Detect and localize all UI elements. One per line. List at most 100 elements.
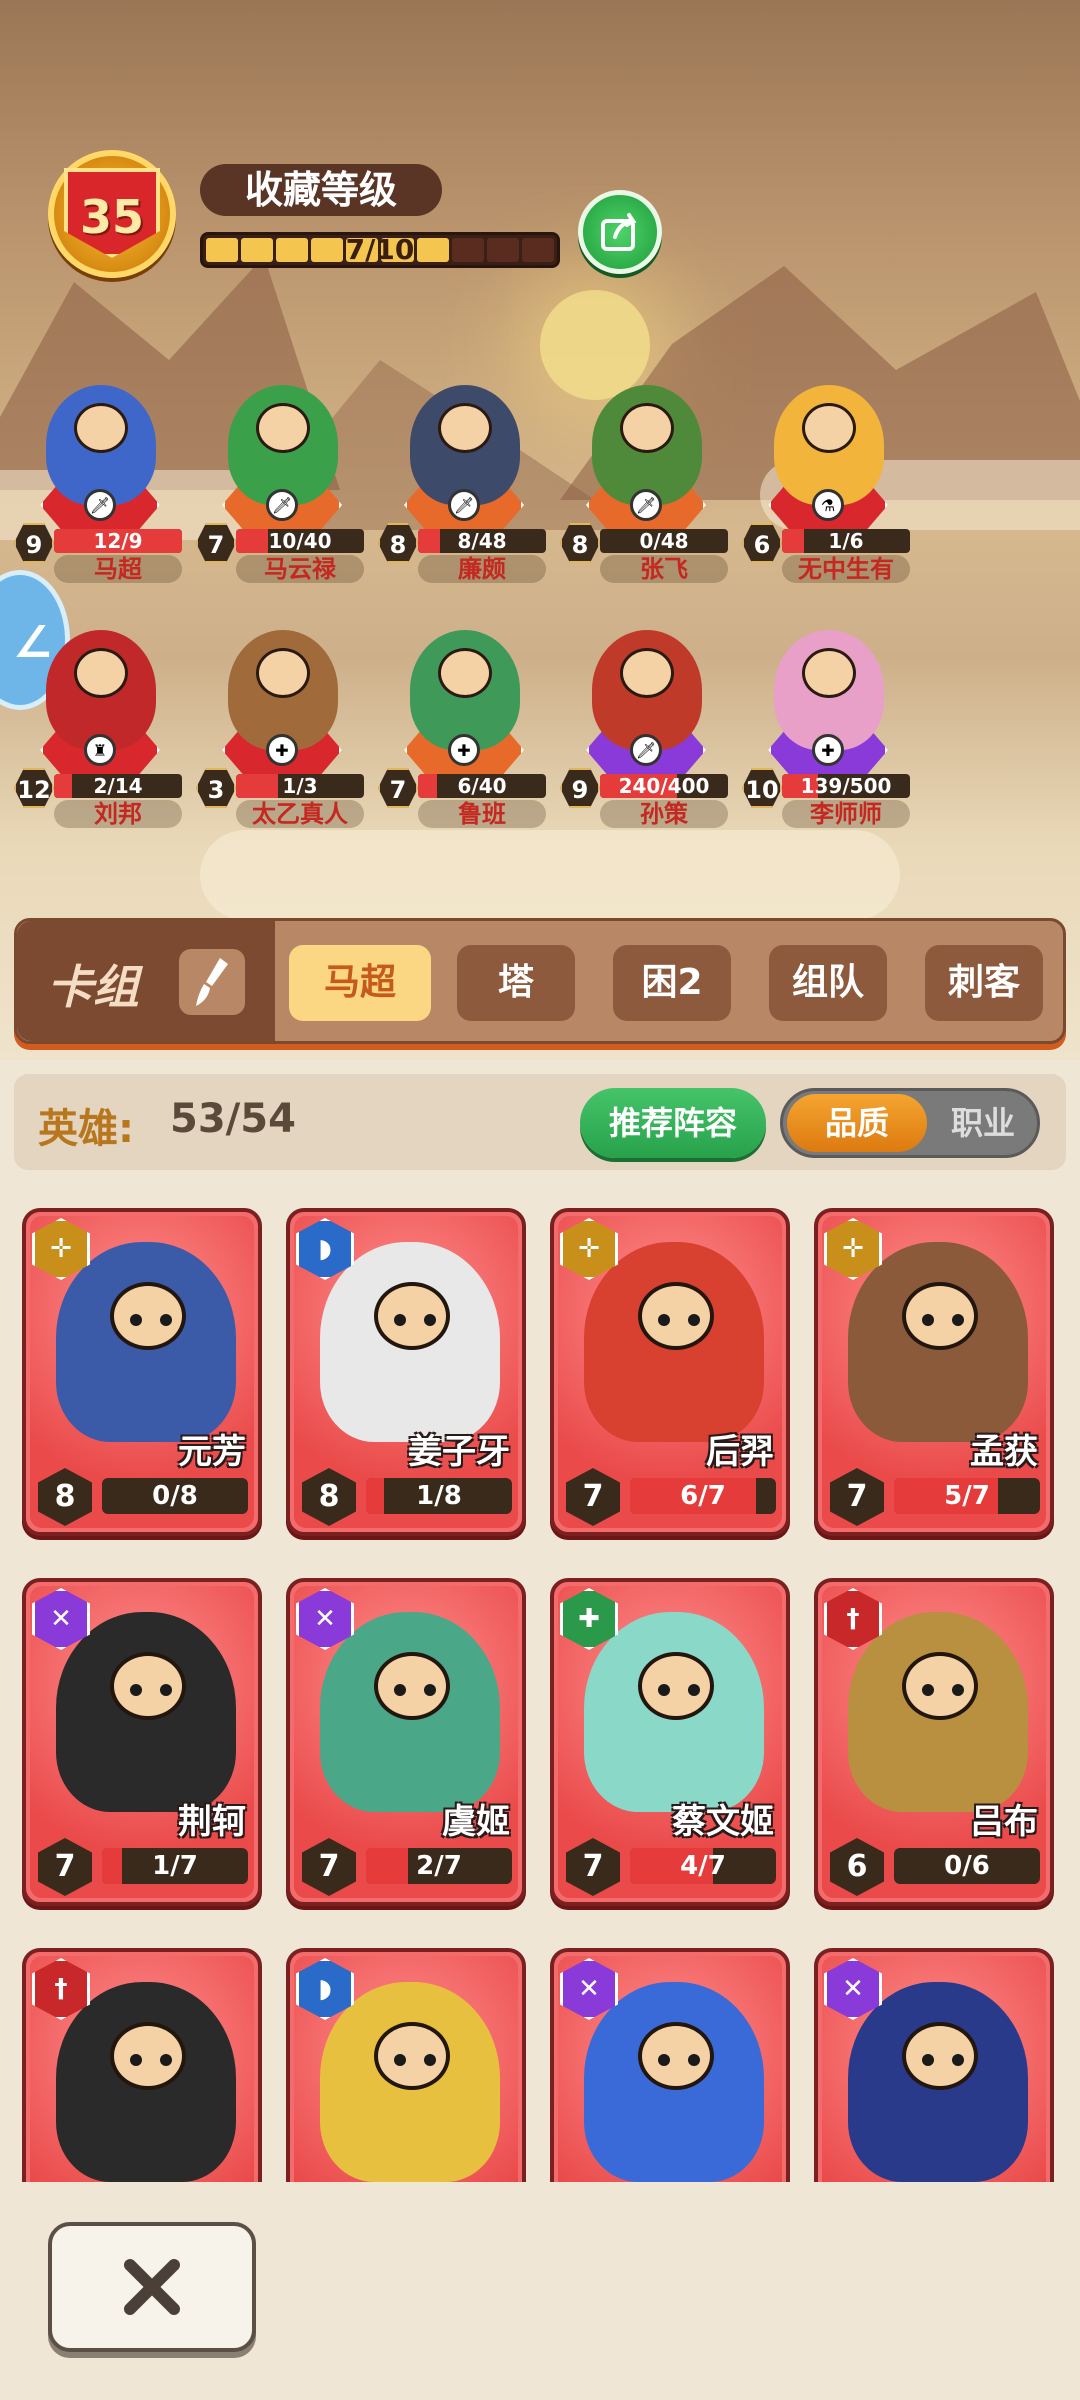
hero-level: 7 [196, 523, 236, 563]
cloud [200, 830, 900, 920]
card-face [110, 1282, 186, 1350]
hero-slot[interactable]: 🗡 9 240/400 孙策 [560, 630, 732, 828]
hero-card[interactable]: ✛ 元芳 8 0/8 [22, 1208, 262, 1536]
hero-count-label: 英雄: [38, 1106, 134, 1152]
deck-tab-3[interactable]: 困2 [613, 945, 731, 1021]
card-eye [952, 2054, 964, 2066]
hero-level: 9 [14, 523, 54, 563]
card-portrait [584, 1982, 764, 2182]
card-portrait [320, 1612, 500, 1812]
hero-level: 9 [560, 768, 600, 808]
card-hero-name: 姜子牙 [408, 1432, 510, 1472]
hero-name: 鲁班 [418, 800, 546, 828]
recommend-lineup-button[interactable]: 推荐阵容 [580, 1088, 766, 1158]
hero-face [74, 403, 128, 453]
sword-icon: 🗡 [630, 489, 662, 521]
collection-level-number: 35 [79, 190, 144, 244]
card-eye [424, 1314, 436, 1326]
sun [540, 290, 650, 400]
hero-progress-text: 0/48 [639, 529, 689, 553]
card-progress-text: 1/7 [152, 1851, 198, 1881]
hero-progress-text: 2/14 [93, 774, 143, 798]
hero-level: 10 [742, 768, 782, 808]
hero-count-bar: 英雄: 53/54 推荐阵容 品质 职业 [14, 1074, 1066, 1170]
sort-toggle[interactable]: 品质 职业 [780, 1088, 1040, 1158]
heal-icon: ✚ [266, 734, 298, 766]
hero-card[interactable]: ◗ 姜子牙 8 1/8 [286, 1208, 526, 1536]
brush-icon [196, 958, 228, 1006]
hero-card[interactable]: ✕ [550, 1948, 790, 2182]
hero-progress-bar: 10/40 [236, 529, 364, 553]
card-eye [130, 2054, 142, 2066]
bottom-area [0, 2182, 1080, 2400]
hero-card[interactable]: ◗ [286, 1948, 526, 2182]
card-eye [688, 1684, 700, 1696]
close-button[interactable] [48, 2222, 256, 2352]
deck-tab-1[interactable]: 马超 [289, 945, 431, 1021]
hero-slot[interactable]: ✚ 7 6/40 鲁班 [378, 630, 550, 828]
hero-slot[interactable]: ✚ 10 139/500 李师师 [742, 630, 914, 828]
hero-figure [774, 630, 884, 750]
hero-card[interactable]: † [22, 1948, 262, 2182]
hero-slot[interactable]: 🗡 8 0/48 张飞 [560, 385, 732, 583]
hero-name: 李师师 [782, 800, 910, 828]
card-eye [424, 1684, 436, 1696]
hero-name: 张飞 [600, 555, 728, 583]
hero-progress-bar: 240/400 [600, 774, 728, 798]
hero-slot[interactable]: 🗡 7 10/40 马云禄 [196, 385, 368, 583]
card-face [638, 2022, 714, 2090]
heal-icon: ✚ [448, 734, 480, 766]
hero-face [802, 648, 856, 698]
card-progress-bar: 0/6 [894, 1848, 1040, 1884]
card-progress-bar: 4/7 [630, 1848, 776, 1884]
deck-tab-5[interactable]: 刺客 [925, 945, 1043, 1021]
card-eye [160, 1314, 172, 1326]
hero-card[interactable]: ✛ 后羿 7 6/7 [550, 1208, 790, 1536]
hero-card[interactable]: ✕ 虞姬 7 2/7 [286, 1578, 526, 1906]
hero-face [620, 403, 674, 453]
card-progress-text: 5/7 [944, 1481, 990, 1511]
card-eye [922, 1314, 934, 1326]
hero-level: 8 [560, 523, 600, 563]
hero-progress-bar: 1/6 [782, 529, 910, 553]
hero-name: 马超 [54, 555, 182, 583]
card-progress-text: 6/7 [680, 1481, 726, 1511]
card-eye [394, 1314, 406, 1326]
sort-by-quality[interactable]: 品质 [787, 1094, 927, 1152]
hero-card[interactable]: † 吕布 6 0/6 [814, 1578, 1054, 1906]
hero-card[interactable]: ✕ [814, 1948, 1054, 2182]
hero-slot[interactable]: ⚗ 6 1/6 无中生有 [742, 385, 914, 583]
hero-slot[interactable]: 🗡 8 8/48 廉颇 [378, 385, 550, 583]
hero-card[interactable]: ✛ 孟获 7 5/7 [814, 1208, 1054, 1536]
hero-face [438, 648, 492, 698]
deck-tab-2[interactable]: 塔 [457, 945, 575, 1021]
hero-slot[interactable]: ✚ 3 1/3 太乙真人 [196, 630, 368, 828]
card-progress-text: 0/6 [944, 1851, 990, 1881]
hero-slot[interactable]: ♜ 12 2/14 刘邦 [14, 630, 186, 828]
card-face [374, 2022, 450, 2090]
hero-card-list[interactable]: ✛ 元芳 8 0/8 ◗ 姜子牙 8 1/8 ✛ 后羿 7 6/7 ✛ 孟获 7 5/7 ✕ 荆轲 7 1/7 ✕ 虞姬 7… [0, 1200, 1080, 2182]
share-button[interactable] [578, 190, 662, 274]
card-face [110, 2022, 186, 2090]
hero-card[interactable]: ✚ 蔡文姬 7 4/7 [550, 1578, 790, 1906]
hero-figure [410, 385, 520, 505]
card-portrait [56, 1982, 236, 2182]
deck-tab-4[interactable]: 组队 [769, 945, 887, 1021]
hero-slot[interactable]: 🗡 9 12/9 马超 [14, 385, 186, 583]
card-eye [952, 1314, 964, 1326]
edit-deck-button[interactable] [179, 949, 245, 1015]
hero-progress-bar: 0/48 [600, 529, 728, 553]
hero-level: 3 [196, 768, 236, 808]
hero-figure [592, 630, 702, 750]
sort-by-class[interactable]: 职业 [931, 1094, 1035, 1152]
hero-level: 6 [742, 523, 782, 563]
potion-icon: ⚗ [812, 489, 844, 521]
card-eye [130, 1684, 142, 1696]
card-eye [688, 2054, 700, 2066]
hero-progress-text: 6/40 [457, 774, 507, 798]
hero-face [620, 648, 674, 698]
hero-progress-bar: 139/500 [782, 774, 910, 798]
hero-level: 12 [14, 768, 54, 808]
card-progress-bar: 1/8 [366, 1478, 512, 1514]
hero-card[interactable]: ✕ 荆轲 7 1/7 [22, 1578, 262, 1906]
